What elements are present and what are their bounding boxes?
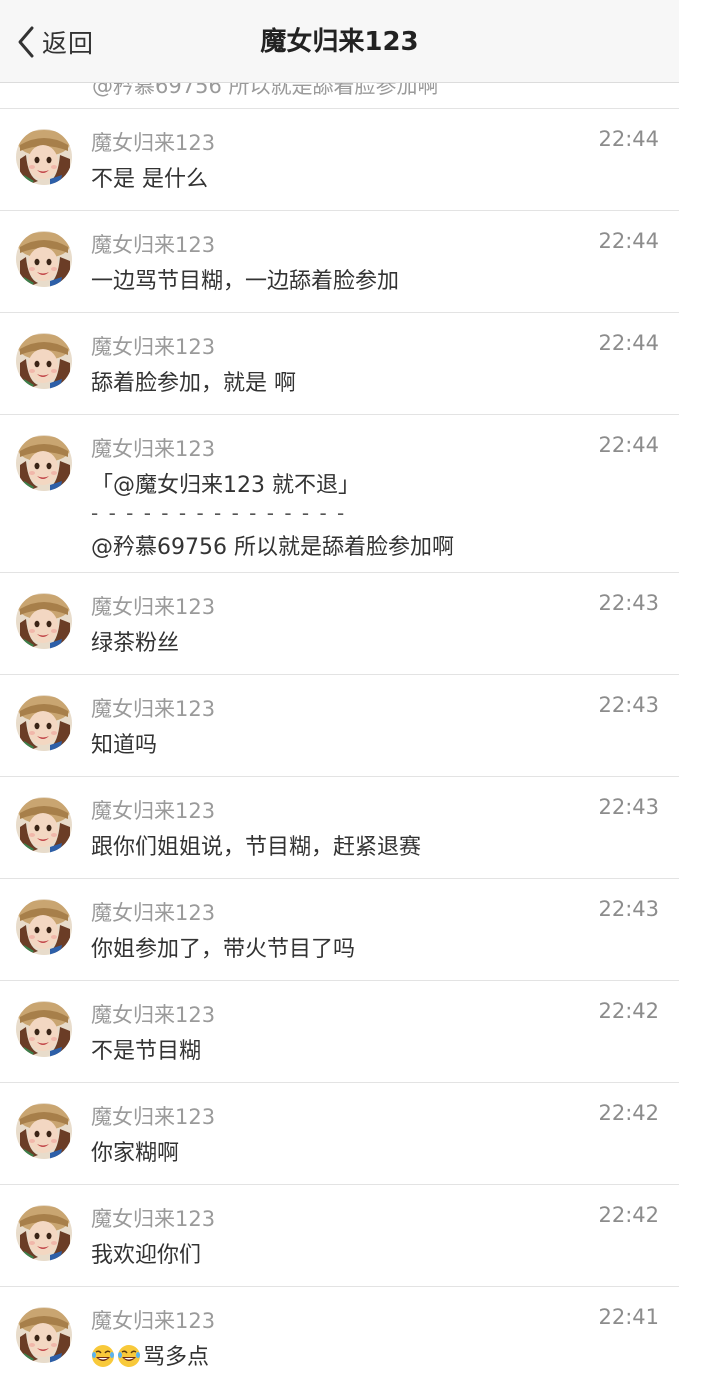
avatar[interactable]	[16, 333, 72, 389]
avatar[interactable]	[16, 1205, 72, 1261]
comment-list: 魔女归来123 22:44 不是 是什么 魔女归来123 22:44 一边骂节目…	[0, 109, 679, 1387]
comment-text: 你姐参加了，带火节目了吗	[91, 937, 356, 962]
avatar[interactable]	[16, 435, 72, 491]
comment-time: 22:41	[598, 1305, 659, 1329]
comment-text: 绿茶粉丝	[91, 631, 180, 656]
comment-row[interactable]: 魔女归来123 22:44 一边骂节目糊，一边舔着脸参加	[0, 211, 679, 313]
quoted-comment: 「@魔女归来123 就不退」	[91, 473, 360, 498]
laughing-tears-icon	[91, 1344, 115, 1368]
commenter-name[interactable]: 魔女归来123	[91, 433, 215, 463]
comment-text: 舔着脸参加，就是 啊	[91, 371, 296, 396]
comment-time: 22:43	[598, 795, 659, 819]
comment-time: 22:43	[598, 693, 659, 717]
partially-visible-row: @矜慕69756 所以就是舔着脸参加啊	[0, 82, 679, 109]
comment-time: 22:42	[598, 1101, 659, 1125]
comment-text: 不是 是什么	[91, 167, 208, 192]
comment-row[interactable]: 魔女归来123 22:43 绿茶粉丝	[0, 573, 679, 675]
commenter-name[interactable]: 魔女归来123	[91, 591, 215, 621]
comment-row[interactable]: 魔女归来123 22:42 我欢迎你们	[0, 1185, 679, 1287]
comment-time: 22:44	[598, 331, 659, 355]
comment-time: 22:43	[598, 591, 659, 615]
commenter-name[interactable]: 魔女归来123	[91, 1203, 215, 1233]
comment-text: 骂多点	[91, 1339, 209, 1371]
comment-text: 我欢迎你们	[91, 1243, 202, 1268]
comment-time: 22:42	[598, 1203, 659, 1227]
comment-time: 22:44	[598, 433, 659, 457]
comment-text: 一边骂节目糊，一边舔着脸参加	[91, 269, 400, 294]
comment-row[interactable]: 魔女归来123 22:43 你姐参加了，带火节目了吗	[0, 879, 679, 981]
commenter-name[interactable]: 魔女归来123	[91, 693, 215, 723]
cut-off-text: @矜慕69756 所以就是舔着脸参加啊	[92, 82, 439, 98]
commenter-name[interactable]: 魔女归来123	[91, 1305, 215, 1335]
avatar[interactable]	[16, 797, 72, 853]
comment-text: 你家糊啊	[91, 1141, 180, 1166]
commenter-name[interactable]: 魔女归来123	[91, 795, 215, 825]
comment-time: 22:42	[598, 999, 659, 1023]
commenter-name[interactable]: 魔女归来123	[91, 897, 215, 927]
comment-text: 不是节目糊	[91, 1039, 202, 1064]
reply-text: @矜慕69756 所以就是舔着脸参加啊	[91, 535, 454, 560]
navigation-bar: 返回 魔女归来123	[0, 0, 679, 83]
comment-thread-page: 返回 魔女归来123 @矜慕69756 所以就是舔着脸参加啊 魔女归来123 2…	[0, 0, 679, 1373]
comment-row[interactable]: 魔女归来123 22:44 「@魔女归来123 就不退」 - - - - - -…	[0, 415, 679, 573]
commenter-name[interactable]: 魔女归来123	[91, 1101, 215, 1131]
avatar[interactable]	[16, 695, 72, 751]
avatar[interactable]	[16, 129, 72, 185]
comment-row[interactable]: 魔女归来123 22:42 不是节目糊	[0, 981, 679, 1083]
comment-time: 22:44	[598, 229, 659, 253]
comment-text: 知道吗	[91, 733, 158, 758]
commenter-name[interactable]: 魔女归来123	[91, 999, 215, 1029]
avatar[interactable]	[16, 1307, 72, 1363]
avatar[interactable]	[16, 1103, 72, 1159]
comment-row[interactable]: 魔女归来123 22:41 骂多点	[0, 1287, 679, 1387]
comment-text: 跟你们姐姐说，节目糊，赶紧退赛	[91, 835, 422, 860]
quote-divider: - - - - - - - - - - - - - - -	[91, 501, 347, 525]
avatar[interactable]	[16, 899, 72, 955]
comment-row[interactable]: 魔女归来123 22:44 不是 是什么	[0, 109, 679, 211]
avatar[interactable]	[16, 231, 72, 287]
avatar[interactable]	[16, 593, 72, 649]
commenter-name[interactable]: 魔女归来123	[91, 229, 215, 259]
comment-time: 22:44	[598, 127, 659, 151]
laughing-tears-icon	[117, 1344, 141, 1368]
comment-time: 22:43	[598, 897, 659, 921]
comment-text-body: 骂多点	[143, 1345, 210, 1370]
comment-row[interactable]: 魔女归来123 22:42 你家糊啊	[0, 1083, 679, 1185]
commenter-name[interactable]: 魔女归来123	[91, 331, 215, 361]
background-strip	[679, 0, 725, 1373]
commenter-name[interactable]: 魔女归来123	[91, 127, 215, 157]
comment-row[interactable]: 魔女归来123 22:43 跟你们姐姐说，节目糊，赶紧退赛	[0, 777, 679, 879]
page-title: 魔女归来123	[260, 27, 419, 57]
avatar[interactable]	[16, 1001, 72, 1057]
comment-row[interactable]: 魔女归来123 22:43 知道吗	[0, 675, 679, 777]
comment-row[interactable]: 魔女归来123 22:44 舔着脸参加，就是 啊	[0, 313, 679, 415]
